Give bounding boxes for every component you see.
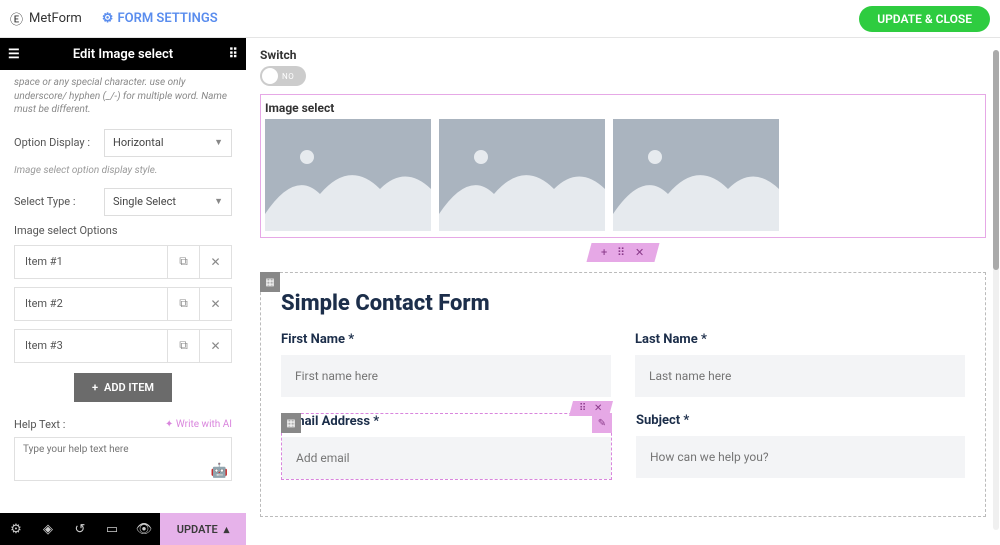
switch-no-text: NO: [282, 72, 294, 81]
write-with-ai-button[interactable]: ✦ Write with AI: [165, 419, 232, 430]
last-name-input[interactable]: [635, 355, 965, 397]
image-option-2[interactable]: [439, 119, 605, 231]
scrollbar-thumb[interactable]: [993, 50, 999, 270]
subject-field: Subject *: [636, 413, 965, 480]
image-select-label: Image select: [263, 97, 983, 119]
help-text-input[interactable]: [14, 437, 232, 481]
close-icon[interactable]: ✕: [199, 246, 231, 278]
widgets-grid-icon[interactable]: ⠿: [214, 47, 238, 62]
panel-footer: ⚙ ◈ ↺ ▭ 👁 UPDATE ▴: [0, 513, 246, 545]
plus-icon: +: [92, 381, 98, 394]
chevron-down-icon: ▼: [214, 196, 223, 207]
ai-sparkle-icon[interactable]: 🤖: [211, 463, 228, 479]
copy-icon[interactable]: ⧉: [167, 288, 199, 320]
image-option-1[interactable]: [265, 119, 431, 231]
select-type-label: Select Type :: [14, 195, 104, 208]
column-handle-icon[interactable]: ▦: [281, 413, 301, 433]
section-add-icon[interactable]: +: [601, 246, 607, 259]
select-type-value: Single Select: [113, 195, 176, 208]
options-label: Image select Options: [14, 224, 232, 237]
option-display-select[interactable]: Horizontal ▼: [104, 129, 232, 157]
subject-label: Subject *: [636, 413, 965, 428]
add-item-button[interactable]: + ADD ITEM: [74, 373, 172, 402]
option-display-label: Option Display :: [14, 136, 104, 149]
section-toolbar: + ⠿ ✕: [260, 243, 986, 262]
settings-icon[interactable]: ⚙: [0, 513, 32, 545]
option-display-value: Horizontal: [113, 136, 164, 149]
option-item-label: Item #2: [15, 288, 167, 320]
vertical-scrollbar[interactable]: [993, 50, 999, 530]
option-item[interactable]: Item #2 ⧉ ✕: [14, 287, 232, 321]
product-name: MetForm: [29, 11, 82, 26]
switch-knob: [262, 68, 278, 84]
contact-form-section[interactable]: ▦ Simple Contact Form First Name * Last …: [260, 272, 986, 517]
panel-body: space or any special character. use only…: [0, 70, 246, 545]
update-close-button[interactable]: UPDATE & CLOSE: [859, 6, 990, 32]
column-handle-icon[interactable]: ▦: [260, 272, 280, 292]
add-item-label: ADD ITEM: [104, 381, 154, 394]
gear-icon: ⚙: [102, 11, 114, 26]
image-option-3[interactable]: [613, 119, 779, 231]
close-icon[interactable]: ✕: [199, 288, 231, 320]
panel-header: ☰ Edit Image select ⠿: [0, 38, 246, 70]
close-icon[interactable]: ✕: [199, 330, 231, 362]
editor-canvas: Switch NO Image select +: [246, 38, 1000, 545]
form-settings-link[interactable]: ⚙ FORM SETTINGS: [102, 11, 218, 26]
edit-widget-icon[interactable]: ✎: [592, 413, 612, 433]
subject-input[interactable]: [636, 436, 965, 478]
panel-title: Edit Image select: [32, 47, 214, 62]
last-name-label: Last Name *: [635, 332, 965, 347]
help-text-label: Help Text :: [14, 418, 65, 431]
email-label: Email Address *: [282, 414, 611, 429]
update-label: UPDATE: [177, 523, 218, 536]
first-name-field: First Name *: [281, 332, 611, 397]
email-field[interactable]: ⠿ ✕ ▦ ✎ Email Address *: [281, 413, 612, 480]
name-hint: space or any special character. use only…: [14, 76, 232, 117]
switch-toggle[interactable]: NO: [260, 66, 306, 86]
option-item[interactable]: Item #3 ⧉ ✕: [14, 329, 232, 363]
copy-icon[interactable]: ⧉: [167, 330, 199, 362]
chevron-up-icon: ▴: [224, 523, 230, 536]
product-logo: Ⓔ MetForm: [10, 9, 82, 28]
option-display-hint: Image select option display style.: [14, 165, 232, 176]
navigator-icon[interactable]: ◈: [32, 513, 64, 545]
switch-widget: Switch NO: [260, 48, 986, 86]
update-button[interactable]: UPDATE ▴: [160, 513, 246, 545]
image-select-widget[interactable]: Image select: [260, 94, 986, 238]
option-item[interactable]: Item #1 ⧉ ✕: [14, 245, 232, 279]
editor-sidebar: ☰ Edit Image select ⠿ space or any speci…: [0, 38, 246, 545]
option-item-label: Item #3: [15, 330, 167, 362]
first-name-input[interactable]: [281, 355, 611, 397]
first-name-label: First Name *: [281, 332, 611, 347]
preview-icon[interactable]: 👁: [128, 513, 160, 545]
email-input[interactable]: [282, 437, 611, 479]
last-name-field: Last Name *: [635, 332, 965, 397]
column-drag-icon[interactable]: ⠿: [579, 403, 586, 414]
history-icon[interactable]: ↺: [64, 513, 96, 545]
select-type-select[interactable]: Single Select ▼: [104, 188, 232, 216]
elementor-icon: Ⓔ: [10, 9, 23, 28]
section-drag-icon[interactable]: ⠿: [617, 246, 625, 259]
top-bar: Ⓔ MetForm ⚙ FORM SETTINGS UPDATE & CLOSE: [0, 0, 1000, 38]
responsive-icon[interactable]: ▭: [96, 513, 128, 545]
hamburger-icon[interactable]: ☰: [8, 47, 32, 62]
option-item-label: Item #1: [15, 246, 167, 278]
form-settings-label: FORM SETTINGS: [117, 11, 217, 26]
chevron-down-icon: ▼: [214, 137, 223, 148]
copy-icon[interactable]: ⧉: [167, 246, 199, 278]
switch-label: Switch: [260, 48, 986, 62]
form-title: Simple Contact Form: [281, 291, 965, 316]
section-close-icon[interactable]: ✕: [636, 246, 645, 259]
